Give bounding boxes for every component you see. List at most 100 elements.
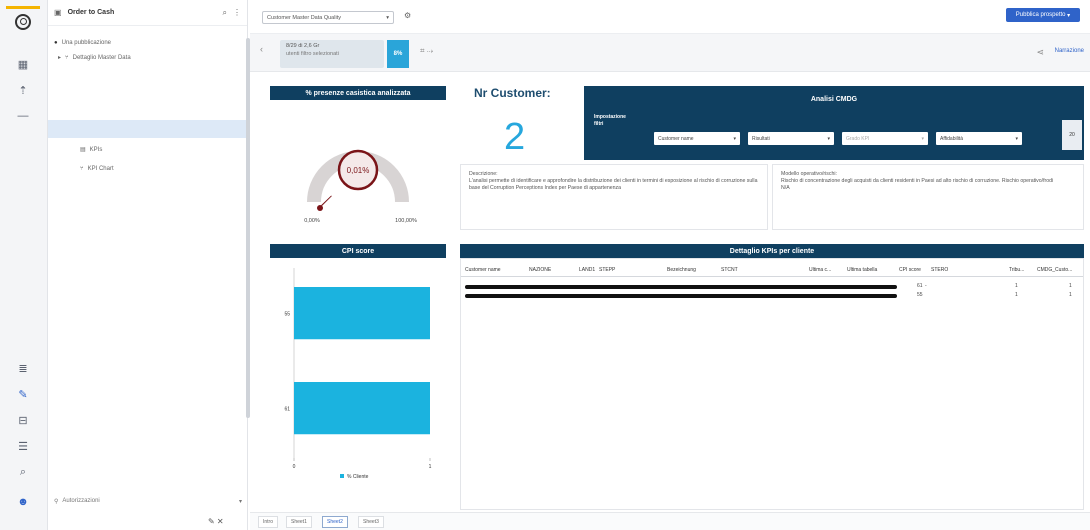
- gauge-fill: [321, 195, 332, 207]
- app-logo[interactable]: [6, 6, 40, 34]
- dot-icon: ●: [54, 40, 58, 46]
- kpi-value[interactable]: 2: [504, 116, 525, 159]
- header-cell[interactable]: STEPP: [599, 267, 615, 273]
- selection-percent[interactable]: 8%: [387, 40, 409, 68]
- cpi-bar[interactable]: [294, 382, 430, 435]
- panel-tools[interactable]: ✎ ✕: [208, 517, 224, 526]
- gauge-min: 0,00%: [304, 218, 320, 224]
- header-cell[interactable]: STCNT: [721, 267, 738, 273]
- redacted-bar: [465, 294, 897, 298]
- permissions-row[interactable]: ⚲ Autorizzazioni ▾: [54, 494, 242, 508]
- header-cell[interactable]: CMDG_Custo...: [1037, 267, 1072, 273]
- panel-header: ▣ Order to Cash ⌕ ⋮: [48, 0, 247, 26]
- sheet-tab[interactable]: Sheet2: [322, 516, 348, 528]
- filter-label-line1: Impostazione: [594, 114, 626, 120]
- selection-chip[interactable]: 8/29 di 2,6 Gr utenti filtro selezionati: [280, 40, 384, 68]
- filter-customer-name[interactable]: Customer name ▾: [654, 132, 740, 145]
- chevron-down-icon: ▾: [827, 135, 830, 142]
- header-cell[interactable]: Customer name: [465, 267, 501, 273]
- user-icon[interactable]: ☻: [13, 492, 33, 512]
- filter-affidabilita[interactable]: Affidabilità ▾: [936, 132, 1022, 145]
- selection-tools[interactable]: ⌗ ⇢: [420, 46, 433, 56]
- storage-icon[interactable]: ≣: [13, 358, 33, 378]
- tree-item-label: KPIs: [89, 146, 103, 153]
- search-icon[interactable]: ⌕: [13, 462, 33, 482]
- header-cell[interactable]: Ultima c...: [809, 267, 831, 273]
- gauge-chart[interactable]: 0,01% 0,00% 100,00%: [270, 86, 446, 236]
- chevron-down-icon: ▾: [733, 135, 736, 142]
- tree-item-kpi-chart[interactable]: ⑂ KPI Chart: [80, 166, 114, 172]
- table-row[interactable]: 55 1 1: [461, 292, 1083, 300]
- gauge-needle-dot: [317, 205, 323, 211]
- header-cell[interactable]: CPI score: [899, 267, 921, 273]
- branch-icon: ⑂: [65, 54, 69, 61]
- back-icon[interactable]: ‹: [260, 44, 263, 54]
- tree-item-kpis[interactable]: ▤ KPIs: [80, 146, 103, 154]
- kpi-title: Nr Customer:: [474, 86, 551, 100]
- gauge-svg: 0,01% 0,00% 100,00%: [304, 149, 417, 224]
- tree-root[interactable]: ● Una pubblicazione: [54, 40, 111, 46]
- header-cell[interactable]: Tribu...: [1009, 267, 1024, 273]
- gauge-value: 0,01%: [347, 166, 370, 175]
- branch-icon: ⑂: [80, 166, 84, 172]
- cpi-legend-label: % Cliente: [347, 474, 369, 480]
- search-icon[interactable]: ⌕: [223, 8, 227, 18]
- sheet-tab[interactable]: Sheet3: [358, 516, 384, 528]
- cpi-chart[interactable]: 55 61 0 1 % Cliente: [270, 258, 446, 510]
- left-rail: ▦ ⇡ — ≣ ✎ ⊟ ☰ ⌕ ☻: [0, 0, 48, 530]
- cpi-bar[interactable]: [294, 287, 430, 340]
- header-cell[interactable]: Bezeichnung: [667, 267, 696, 273]
- more-icon[interactable]: ⋮: [233, 8, 241, 17]
- publish-label: Pubblica prospetto: [1015, 12, 1066, 18]
- description-right-title: Modello operativo/rischi:: [781, 171, 837, 177]
- upload-icon[interactable]: ⇡: [13, 80, 33, 100]
- header-cell[interactable]: LAND1: [579, 267, 595, 273]
- edit-sheet-icon[interactable]: ✎: [13, 384, 33, 404]
- sheet-select[interactable]: Customer Master Data Quality ▾: [262, 11, 394, 24]
- cell-trib: 1: [1015, 292, 1018, 298]
- kpi-table: Customer name NAZIONE LAND1 STEPP Bezeic…: [460, 258, 1084, 510]
- help-icon[interactable]: ⚙: [404, 11, 411, 20]
- cpi-tick-label: 1: [429, 464, 432, 470]
- minus-icon[interactable]: —: [13, 106, 33, 126]
- table-icon: ▤: [80, 147, 86, 153]
- chevron-right-icon: ▸: [58, 55, 62, 61]
- filter-list-icon[interactable]: ☰: [13, 436, 33, 456]
- filter-grado[interactable]: Grado KPI ▾: [842, 132, 928, 145]
- table-row[interactable]: 61 - 1 1: [461, 283, 1083, 291]
- chevron-down-icon: ▾: [386, 14, 389, 21]
- cell-dash: -: [925, 283, 927, 289]
- tree-group[interactable]: ▸ ⑂ Dettaglio Master Data: [58, 54, 131, 62]
- header-cell[interactable]: Ultima tabella: [847, 267, 877, 273]
- cpi-category-label: 61: [284, 407, 290, 413]
- share-icon[interactable]: ⋖: [1036, 47, 1044, 58]
- tree-selected-row[interactable]: [48, 120, 248, 138]
- filter-risultati[interactable]: Risultati ▾: [748, 132, 834, 145]
- tree-item-label: KPI Chart: [87, 166, 114, 172]
- cell-cpi: 55: [917, 292, 923, 298]
- grid-icon[interactable]: ▦: [13, 54, 33, 74]
- header-cell[interactable]: NAZIONE: [529, 267, 551, 273]
- cpi-tick-label: 0: [293, 464, 296, 470]
- description-right-tail: N/A: [781, 185, 790, 192]
- sheet-tab[interactable]: Sheet1: [286, 516, 312, 528]
- filter-panel-label: Impostazione filtri: [594, 114, 626, 127]
- publish-button[interactable]: Pubblica prospetto ▾: [1006, 8, 1080, 22]
- notes-button[interactable]: Narrazione: [1055, 48, 1084, 54]
- description-right-body: Rischio di concentrazione degli acquisti…: [781, 178, 1054, 185]
- filter-label: Grado KPI: [846, 135, 870, 142]
- tree-group-label: Dettaglio Master Data: [72, 54, 131, 61]
- key-icon: ⚲: [54, 498, 59, 505]
- cell-trib: 1: [1015, 283, 1018, 289]
- filter-side-button[interactable]: 20: [1062, 120, 1082, 150]
- redacted-bar: [465, 285, 897, 289]
- app-icon: ▣: [54, 8, 62, 17]
- selection-desc: utenti filtro selezionati: [286, 51, 339, 57]
- filter-panel-title: Analisi CMDG: [810, 96, 858, 103]
- database-icon[interactable]: ⊟: [13, 410, 33, 430]
- cpi-category-label: 55: [284, 312, 290, 318]
- panel-title[interactable]: Order to Cash: [68, 9, 217, 16]
- sheet-tab[interactable]: Intro: [258, 516, 279, 528]
- header-cell[interactable]: STERO: [931, 267, 948, 273]
- description-left-title: Descrizione:: [469, 171, 498, 177]
